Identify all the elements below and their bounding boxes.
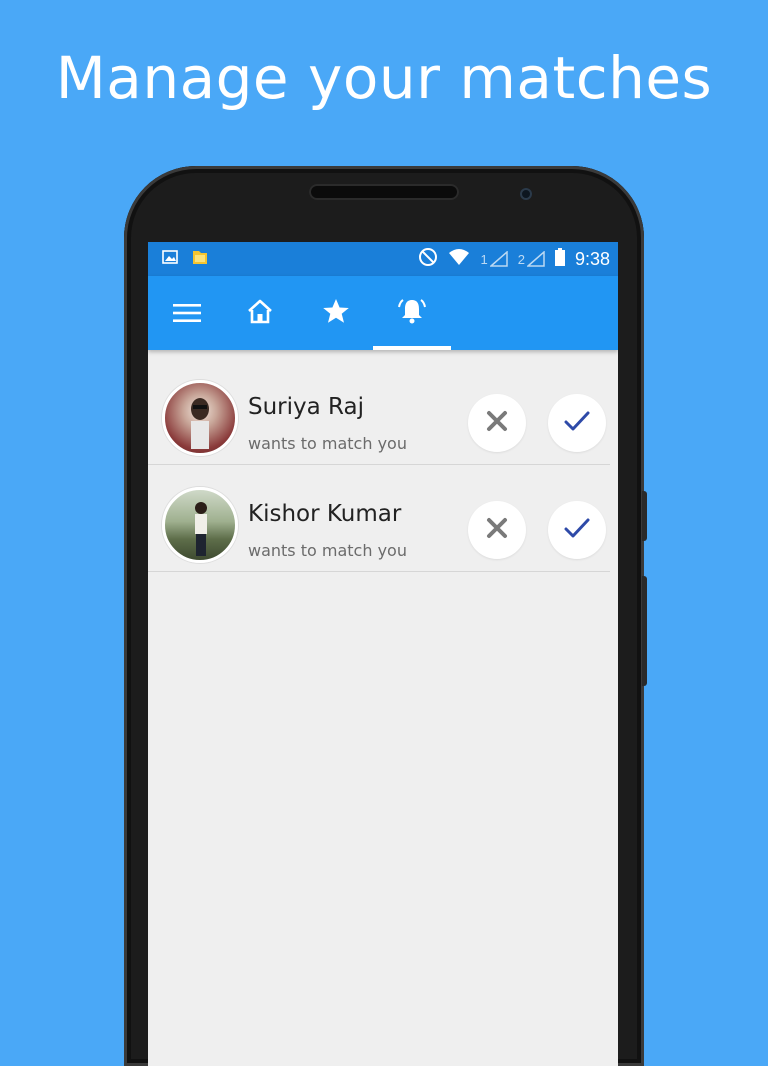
sim2-signal-icon: 2 xyxy=(518,251,545,267)
status-time: 9:38 xyxy=(574,248,610,269)
phone-volume-button xyxy=(642,576,647,686)
tab-notifications[interactable] xyxy=(373,276,451,350)
reject-button[interactable] xyxy=(468,394,526,452)
phone-frame: 1 2 9:38 Suriya Raj wants to match you K… xyxy=(124,166,647,1066)
close-icon xyxy=(486,410,508,437)
sim1-label: 1 xyxy=(480,252,488,267)
phone-camera xyxy=(520,188,532,200)
checkmark-icon xyxy=(564,517,590,544)
match-name: Kishor Kumar xyxy=(248,501,402,527)
reject-button[interactable] xyxy=(468,501,526,559)
match-subtitle: wants to match you xyxy=(248,434,407,453)
avatar xyxy=(162,487,238,563)
list-item[interactable]: Suriya Raj wants to match you xyxy=(148,358,610,465)
file-icon xyxy=(190,247,210,272)
match-name: Suriya Raj xyxy=(248,394,364,420)
close-icon xyxy=(486,517,508,544)
tab-home[interactable] xyxy=(221,276,299,350)
gallery-icon xyxy=(162,249,178,269)
battery-icon xyxy=(554,247,565,271)
list-item[interactable]: Kishor Kumar wants to match you xyxy=(148,465,610,572)
tab-favorites[interactable] xyxy=(297,276,375,350)
sim1-signal-icon: 1 xyxy=(480,251,508,267)
hamburger-menu-icon[interactable] xyxy=(148,276,226,350)
wifi-icon xyxy=(448,248,470,271)
home-icon xyxy=(246,298,274,329)
star-icon xyxy=(322,298,350,329)
match-subtitle: wants to match you xyxy=(248,541,407,560)
phone-power-button xyxy=(642,491,647,541)
accept-button[interactable] xyxy=(548,394,606,452)
bell-icon xyxy=(396,297,428,330)
do-not-disturb-icon xyxy=(418,247,438,272)
avatar xyxy=(162,380,238,456)
checkmark-icon xyxy=(564,410,590,437)
phone-screen: 1 2 9:38 Suriya Raj wants to match you K… xyxy=(148,242,618,1066)
headline: Manage your matches xyxy=(55,44,713,112)
accept-button[interactable] xyxy=(548,501,606,559)
selected-tab-indicator xyxy=(373,346,451,350)
status-bar: 1 2 9:38 xyxy=(148,242,618,276)
sim2-label: 2 xyxy=(517,252,525,267)
tab-bar xyxy=(148,276,618,350)
matches-list: Suriya Raj wants to match you Kishor Kum… xyxy=(148,350,618,572)
phone-speaker xyxy=(309,184,459,200)
